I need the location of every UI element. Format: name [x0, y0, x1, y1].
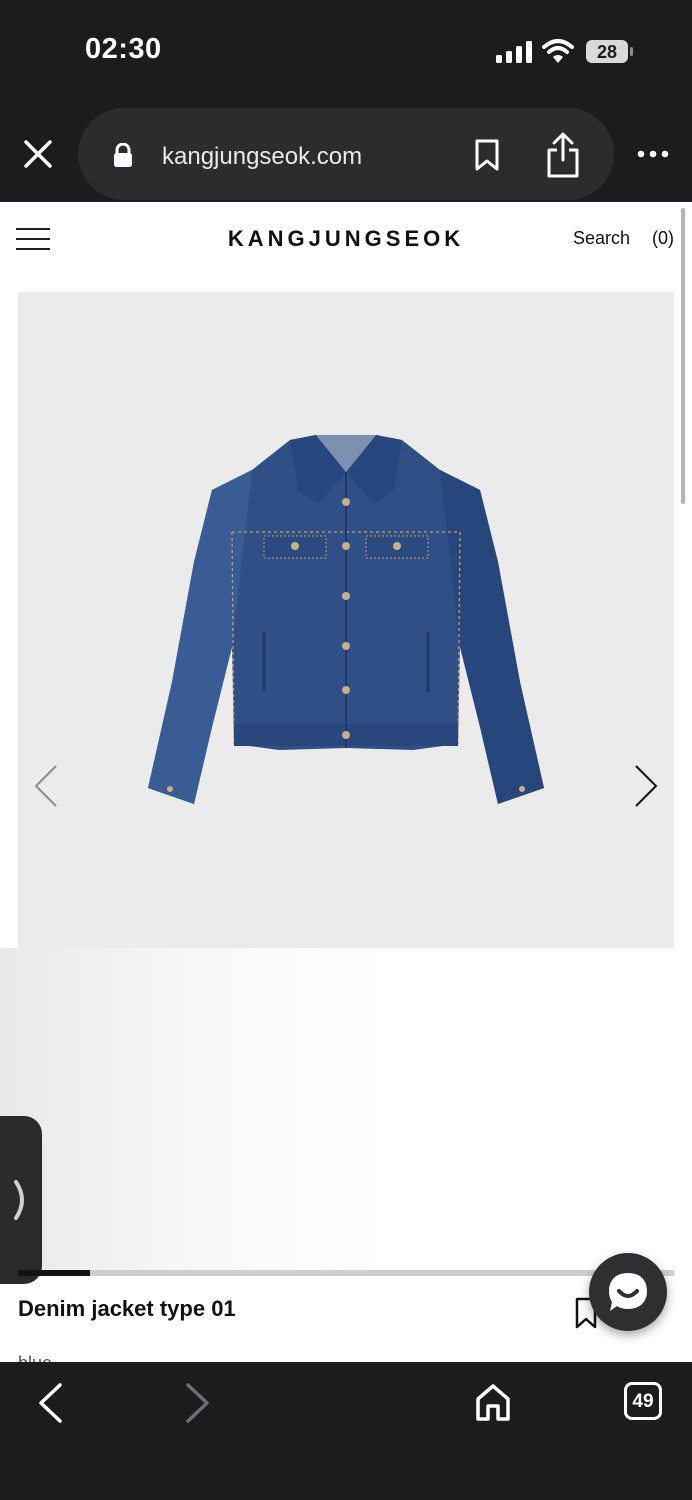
lock-icon [114, 143, 132, 167]
chat-icon [609, 1273, 647, 1311]
more-icon[interactable] [636, 144, 670, 164]
browser-bottom-bar: 49 [0, 1362, 692, 1500]
image-loading-area [0, 948, 692, 1270]
home-icon[interactable] [474, 1382, 512, 1422]
cart-link[interactable]: (0) [652, 228, 674, 249]
wifi-icon [542, 39, 574, 63]
battery-level: 28 [597, 42, 617, 62]
chevron-left-icon[interactable] [32, 764, 60, 808]
signal-icon [496, 41, 532, 63]
bookmark-icon[interactable] [474, 138, 500, 172]
chat-button[interactable] [589, 1253, 667, 1331]
status-bar: 02:30 28 [0, 0, 692, 104]
close-icon[interactable] [20, 136, 56, 172]
product-image-gallery[interactable] [18, 292, 674, 948]
back-icon[interactable] [36, 1382, 64, 1424]
gallery-progress-track [18, 1270, 674, 1276]
gallery-progress-fill [18, 1270, 91, 1276]
status-time: 02:30 [85, 33, 162, 65]
forward-icon[interactable] [184, 1382, 212, 1424]
share-icon[interactable] [546, 132, 580, 178]
side-tab-chevron-icon [14, 1180, 24, 1220]
site-header: KANGJUNGSEOK Search (0) [0, 202, 692, 274]
tabs-icon[interactable]: 49 [624, 1382, 662, 1420]
browser-top-bar: kangjungseok.com [0, 104, 692, 202]
tabs-count: 49 [632, 1391, 654, 1412]
chevron-right-icon[interactable] [632, 764, 660, 808]
page-scrollbar[interactable] [681, 208, 685, 504]
product-title: Denim jacket type 01 [18, 1296, 236, 1321]
address-bar[interactable]: kangjungseok.com [78, 108, 614, 200]
url-text: kangjungseok.com [162, 143, 363, 170]
search-link[interactable]: Search [573, 228, 630, 249]
battery-icon: 28 [585, 39, 633, 64]
side-drawer-tab[interactable] [0, 1116, 42, 1284]
product-image [148, 435, 544, 804]
